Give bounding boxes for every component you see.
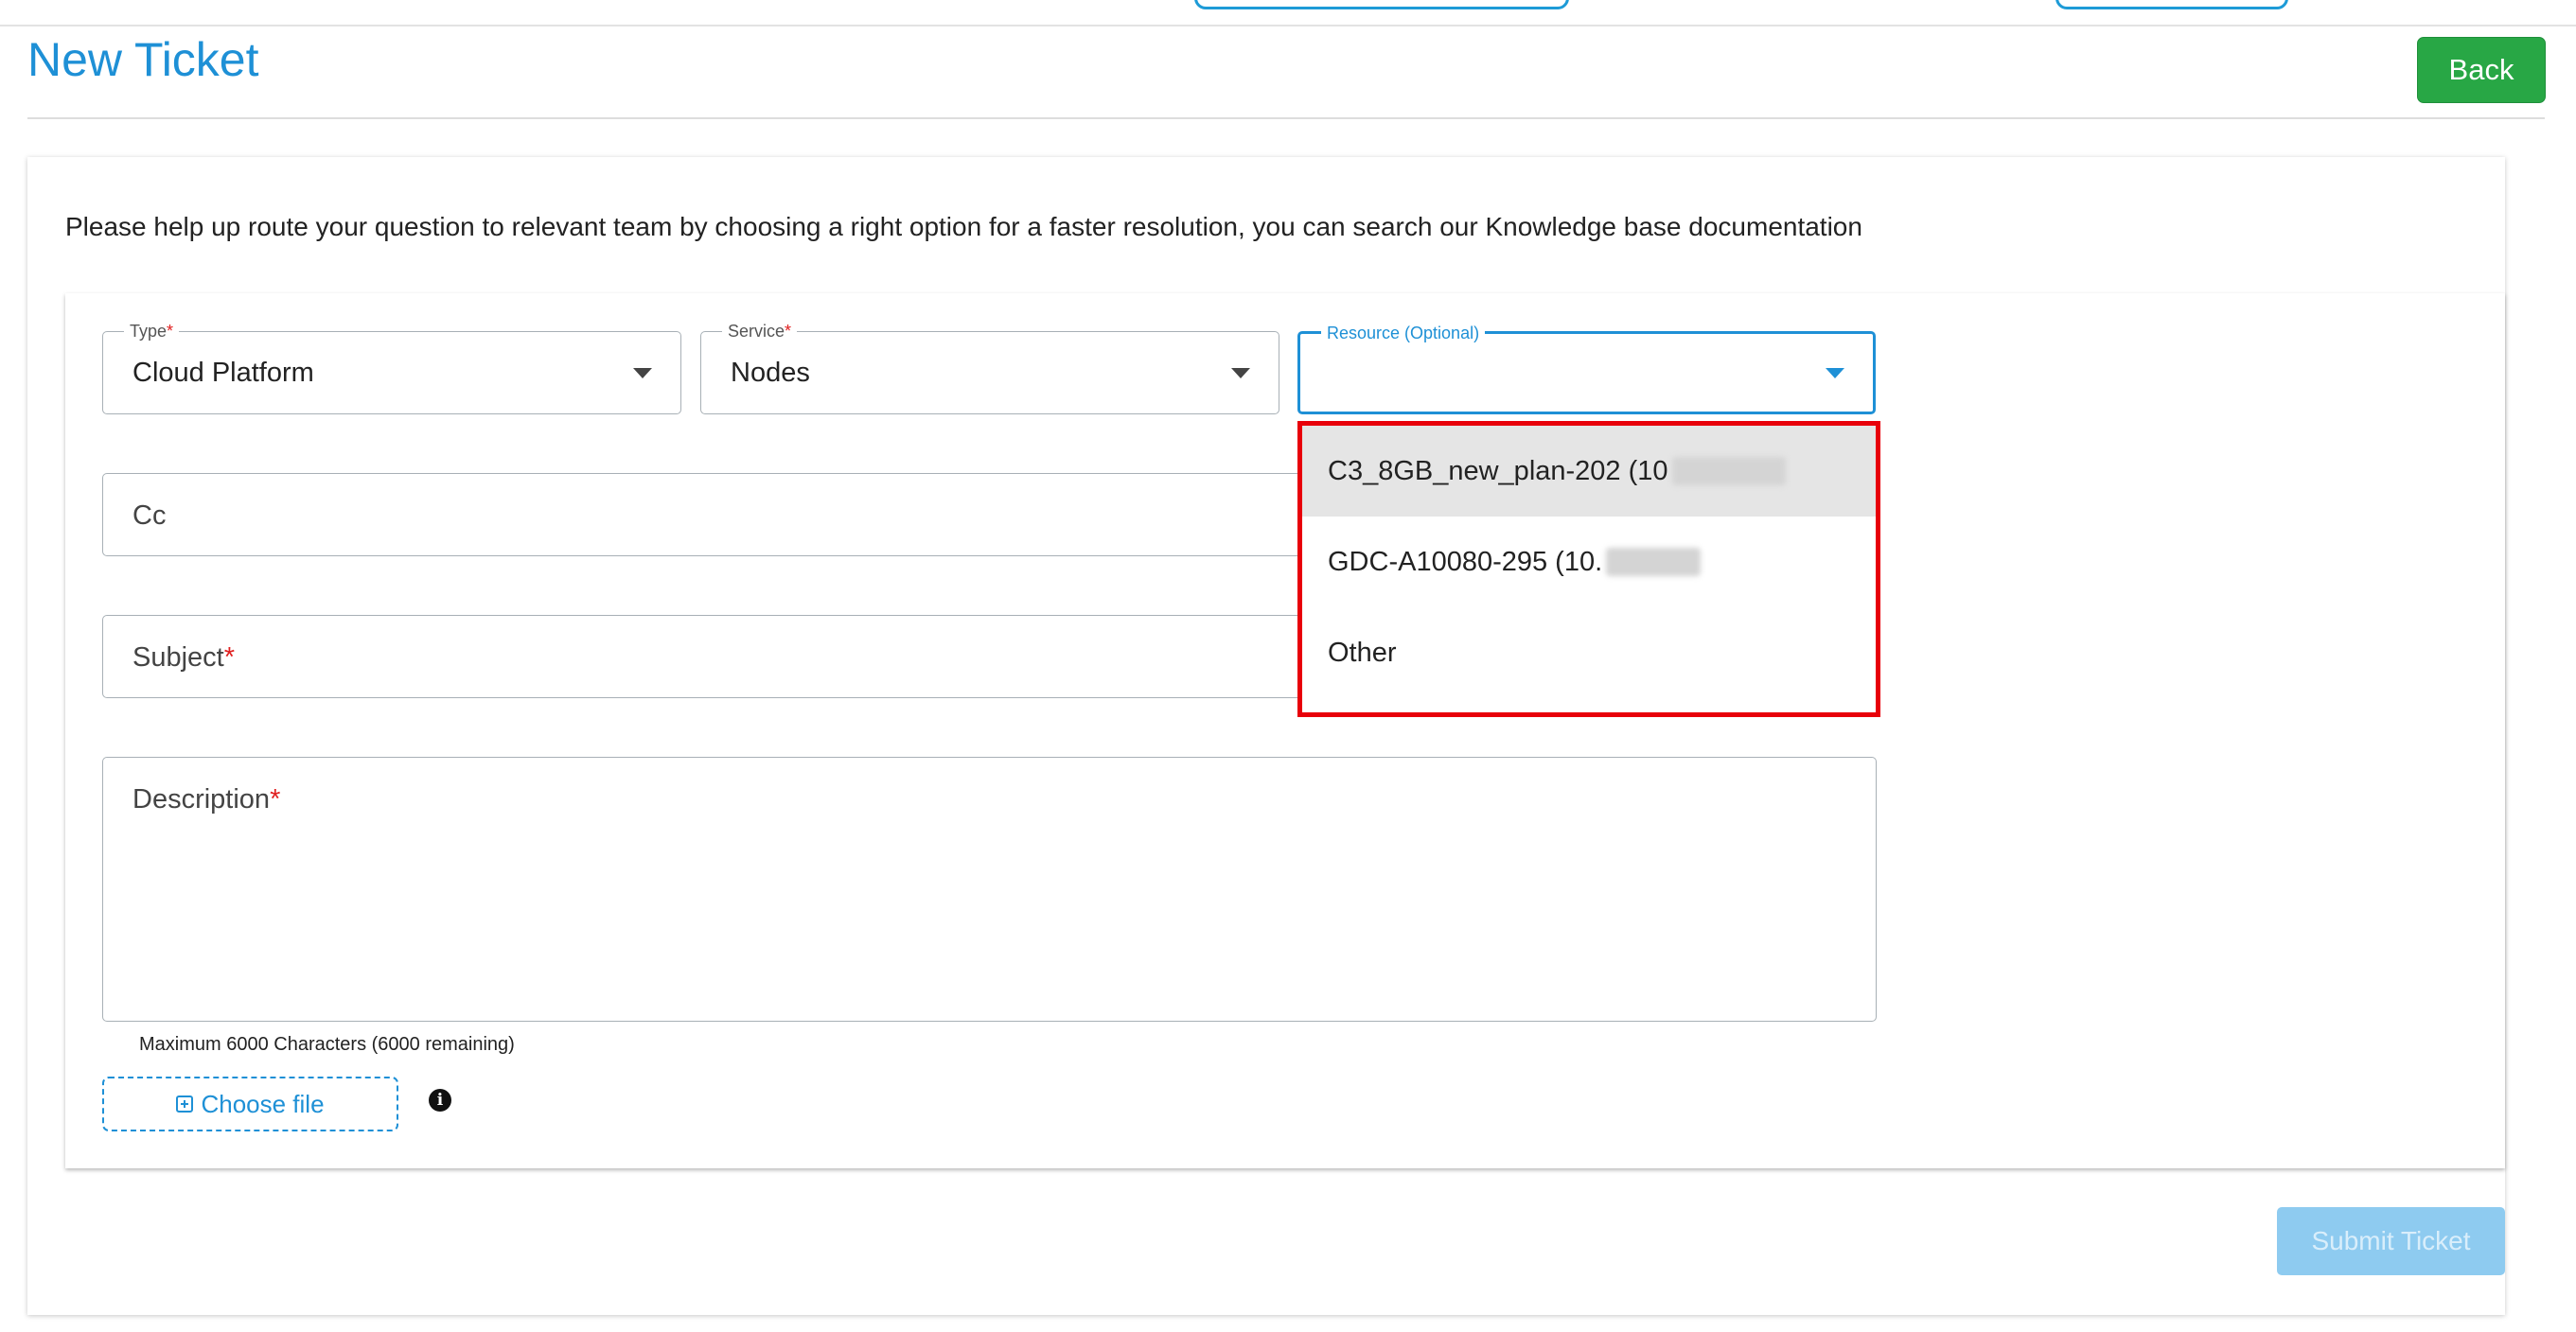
resource-option[interactable]: GDC-A10080-295 (10.: [1302, 517, 1876, 607]
info-icon[interactable]: i: [429, 1089, 451, 1112]
resource-option[interactable]: C3_8GB_new_plan-202 (10: [1302, 426, 1876, 517]
resource-option-label: GDC-A10080-295 (10.: [1328, 546, 1603, 577]
description-field[interactable]: Description*: [102, 757, 1877, 1022]
header-divider: [27, 117, 2545, 119]
resource-option-label: Other: [1328, 637, 1397, 668]
plus-square-icon: [176, 1095, 194, 1113]
description-placeholder: Description*: [132, 784, 281, 815]
type-value: Cloud Platform: [132, 357, 314, 388]
redacted-ip: [1671, 457, 1786, 485]
submit-ticket-button[interactable]: Submit Ticket: [2277, 1207, 2505, 1275]
resource-option[interactable]: Other: [1302, 607, 1876, 698]
subject-placeholder: Subject*: [132, 642, 236, 673]
page-title: New Ticket: [27, 33, 259, 86]
resource-option-label: C3_8GB_new_plan-202 (10: [1328, 455, 1668, 486]
redacted-ip: [1606, 548, 1702, 576]
intro-text: Please help up route your question to re…: [65, 212, 1862, 241]
top-nav-bar: [0, 0, 2576, 26]
chevron-down-icon: [1826, 368, 1844, 378]
resource-label: Resource (Optional): [1321, 324, 1486, 342]
service-value: Nodes: [731, 357, 810, 388]
nav-pill-right[interactable]: [2056, 0, 2288, 9]
choose-file-button[interactable]: Choose file: [102, 1077, 398, 1131]
back-button[interactable]: Back: [2417, 37, 2546, 103]
character-count: Maximum 6000 Characters (6000 remaining): [139, 1034, 515, 1055]
service-select[interactable]: Service* Nodes: [700, 322, 1279, 414]
resource-dropdown-menu: C3_8GB_new_plan-202 (10 GDC-A10080-295 (…: [1297, 421, 1880, 717]
resource-select[interactable]: Resource (Optional): [1297, 324, 1876, 414]
choose-file-label: Choose file: [201, 1089, 325, 1118]
type-select[interactable]: Type* Cloud Platform: [102, 322, 681, 414]
cc-placeholder: Cc: [132, 500, 167, 531]
chevron-down-icon: [1231, 368, 1250, 378]
chevron-down-icon: [633, 368, 652, 378]
nav-pill-left[interactable]: [1194, 0, 1569, 9]
